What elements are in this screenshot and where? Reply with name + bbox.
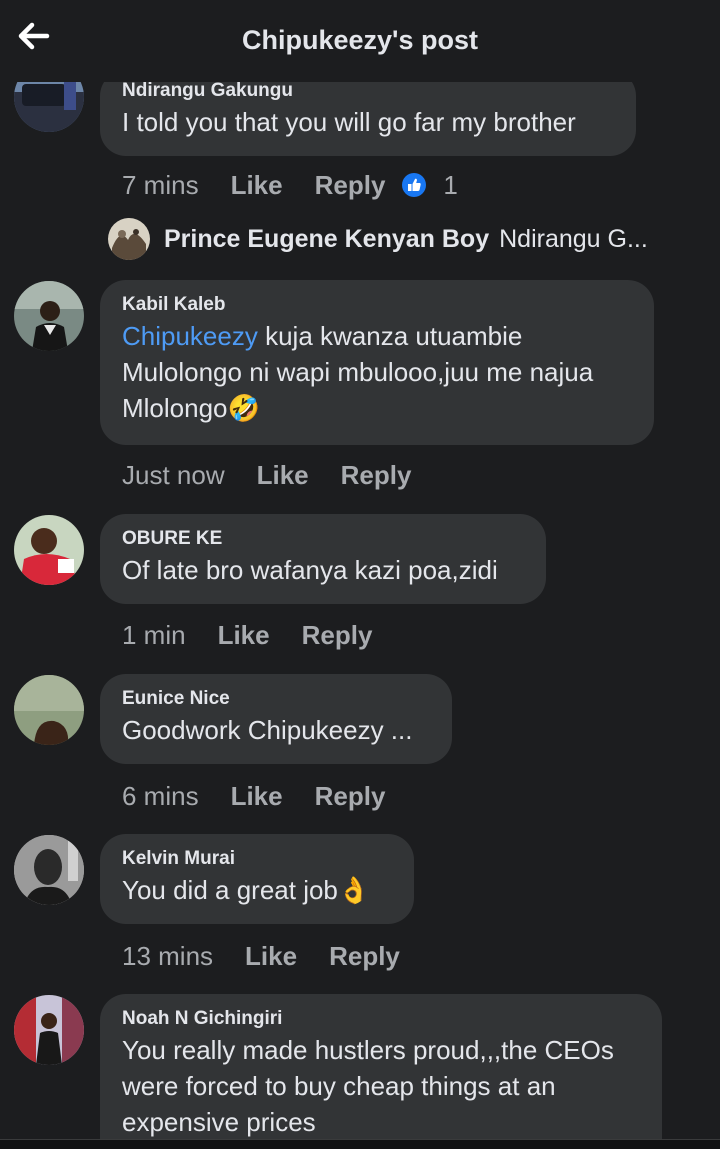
comment-time: Just now	[122, 459, 225, 490]
comment-time: 13 mins	[122, 940, 214, 971]
like-button[interactable]: Like	[231, 781, 283, 812]
ok-hand-emoji: 👌	[337, 875, 371, 905]
page-title: Chipukeezy's post	[242, 25, 478, 55]
avatar[interactable]	[14, 995, 84, 1065]
reply-author: Prince Eugene Kenyan Boy	[164, 224, 490, 253]
avatar[interactable]	[14, 675, 84, 745]
comment-author[interactable]: Eunice Nice	[122, 688, 430, 710]
rofl-emoji: 🤣	[227, 393, 260, 423]
like-button[interactable]: Like	[218, 620, 270, 651]
like-button[interactable]: Like	[245, 941, 297, 972]
reply-button[interactable]: Reply	[329, 941, 400, 972]
comment-bubble[interactable]: OBURE KE Of late bro wafanya kazi poa,zi…	[100, 514, 546, 604]
like-button[interactable]: Like	[231, 170, 283, 201]
avatar[interactable]	[14, 82, 84, 132]
comment-bubble[interactable]: Ndirangu Gakungu I told you that you wil…	[100, 82, 636, 156]
top-bar: Chipukeezy's post	[0, 0, 720, 82]
comment-text: Goodwork Chipukeezy ...	[122, 715, 413, 745]
reply-preview[interactable]: Prince Eugene Kenyan Boy Ndirangu G...	[108, 217, 648, 261]
comment-actions: 6 mins Like Reply	[122, 778, 385, 814]
bottom-edge	[0, 1139, 720, 1149]
comment-actions: 1 min Like Reply	[122, 617, 372, 653]
comment-author[interactable]: Noah N Gichingiri	[122, 1008, 640, 1030]
comment-author[interactable]: Kabil Kaleb	[122, 294, 632, 316]
comment-author[interactable]: OBURE KE	[122, 528, 524, 550]
reaction-count[interactable]: 1	[443, 170, 457, 201]
comment-text: I told you that you will go far my broth…	[122, 107, 576, 137]
comment-author[interactable]: Ndirangu Gakungu	[122, 82, 614, 102]
avatar[interactable]	[14, 835, 84, 905]
comment-actions: 13 mins Like Reply	[122, 938, 400, 974]
comment-author[interactable]: Kelvin Murai	[122, 848, 392, 870]
like-button[interactable]: Like	[257, 460, 309, 491]
reply-snippet: Ndirangu G...	[499, 224, 648, 253]
comment-actions: Just now Like Reply	[122, 457, 411, 493]
avatar[interactable]	[14, 515, 84, 585]
reply-button[interactable]: Reply	[315, 170, 386, 201]
comment-bubble[interactable]: Kabil Kaleb Chipukeezy kuja kwanza utuam…	[100, 280, 654, 445]
comment-time: 7 mins	[122, 169, 199, 200]
avatar	[108, 218, 150, 260]
comment-text: You really made hustlers proud,,,the CEO…	[122, 1035, 614, 1137]
reply-button[interactable]: Reply	[315, 781, 386, 812]
reply-button[interactable]: Reply	[302, 620, 373, 651]
comment-bubble[interactable]: Noah N Gichingiri You really made hustle…	[100, 994, 662, 1139]
comment-time: 6 mins	[122, 780, 199, 811]
comments-list: Ndirangu Gakungu I told you that you wil…	[0, 82, 720, 1139]
comment-bubble[interactable]: Kelvin Murai You did a great job👌	[100, 834, 414, 924]
reply-button[interactable]: Reply	[341, 460, 412, 491]
mention-link[interactable]: Chipukeezy	[122, 321, 258, 351]
comment-text: You did a great job👌	[122, 875, 371, 905]
comment-time: 1 min	[122, 619, 186, 650]
avatar[interactable]	[14, 281, 84, 351]
comment-actions: 7 mins Like Reply 1	[122, 167, 458, 203]
comment-text: Of late bro wafanya kazi poa,zidi	[122, 555, 498, 585]
comment-text: Chipukeezy kuja kwanza utuambie Mulolong…	[122, 321, 594, 423]
thumbs-up-icon[interactable]	[401, 172, 427, 198]
comment-bubble[interactable]: Eunice Nice Goodwork Chipukeezy ...	[100, 674, 452, 764]
